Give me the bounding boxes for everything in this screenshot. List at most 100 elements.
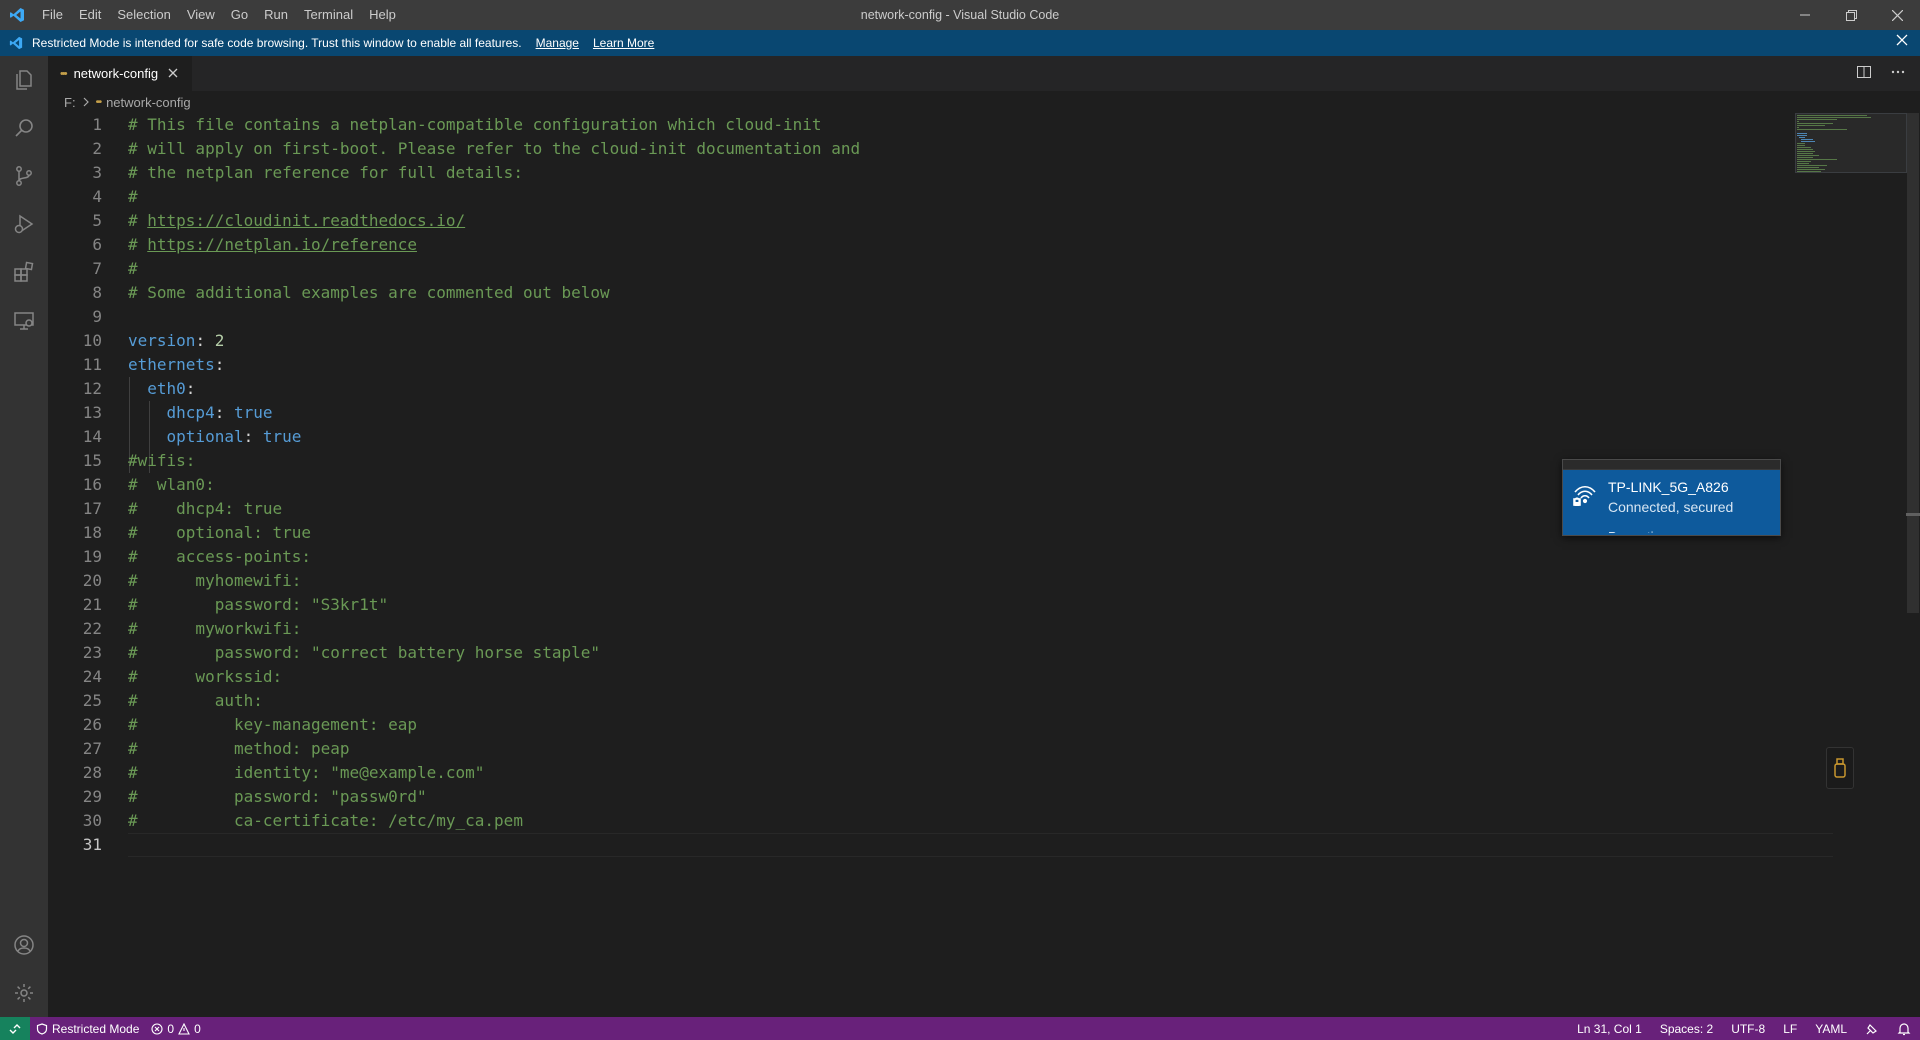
wifi-network-popup: TP-LINK_5G_A826 Connected, secured Prope… xyxy=(1562,459,1781,536)
activity-bar xyxy=(0,56,48,1017)
line-number: 13 xyxy=(82,403,102,422)
line-text: # ca-certificate: /etc/my_ca.pem xyxy=(128,811,523,830)
wifi-network-item[interactable]: TP-LINK_5G_A826 Connected, secured Prope… xyxy=(1563,470,1780,535)
line-number: 12 xyxy=(82,379,102,398)
line-number: 19 xyxy=(82,547,102,566)
code-line[interactable]: 3 # the netplan reference for full detail… xyxy=(48,161,1788,185)
error-count: 0 xyxy=(167,1021,175,1036)
menu-edit[interactable]: Edit xyxy=(71,0,109,30)
code-line[interactable]: 12 eth0: xyxy=(48,377,1788,401)
minimap[interactable] xyxy=(1795,113,1907,173)
line-number: 11 xyxy=(82,355,102,374)
cursor-position[interactable]: Ln 31, Col 1 xyxy=(1568,1017,1651,1040)
code-line[interactable]: 19 # access-points: xyxy=(48,545,1788,569)
code-line[interactable]: 30 # ca-certificate: /etc/my_ca.pem xyxy=(48,809,1788,833)
run-debug-icon[interactable] xyxy=(0,200,48,248)
menu-help[interactable]: Help xyxy=(361,0,404,30)
more-actions-icon[interactable] xyxy=(1890,64,1906,83)
close-window-button[interactable] xyxy=(1874,0,1920,30)
close-tab-icon[interactable] xyxy=(168,66,178,81)
usb-drive-icon[interactable] xyxy=(1826,747,1854,789)
code-line[interactable]: 10 version: 2 xyxy=(48,329,1788,353)
code-line[interactable]: 7 # xyxy=(48,257,1788,281)
code-line[interactable]: 16 # wlan0: xyxy=(48,473,1788,497)
accounts-icon[interactable] xyxy=(0,921,48,969)
explorer-icon[interactable] xyxy=(0,56,48,104)
code-line[interactable]: 9 xyxy=(48,305,1788,329)
notifications-bell-icon[interactable] xyxy=(1888,1017,1920,1040)
code-line[interactable]: 25 # auth: xyxy=(48,689,1788,713)
source-control-icon[interactable] xyxy=(0,152,48,200)
gear-icon[interactable] xyxy=(0,969,48,1017)
breadcrumb-file[interactable]: network-config xyxy=(106,95,191,110)
code-line[interactable]: 2 # will apply on first-boot. Please refe… xyxy=(48,137,1788,161)
menu-run[interactable]: Run xyxy=(256,0,296,30)
code-line[interactable]: 20 # myhomewifi: xyxy=(48,569,1788,593)
line-number: 7 xyxy=(92,259,102,278)
code-line[interactable]: 21 # password: "S3kr1t" xyxy=(48,593,1788,617)
line-number: 26 xyxy=(82,715,102,734)
search-icon[interactable] xyxy=(0,104,48,152)
code-line[interactable]: 22 # myworkwifi: xyxy=(48,617,1788,641)
code-line[interactable]: 31 xyxy=(48,833,1788,857)
vertical-scrollbar[interactable] xyxy=(1906,113,1920,1017)
remote-explorer-icon[interactable] xyxy=(0,296,48,344)
line-number: 27 xyxy=(82,739,102,758)
code-line[interactable]: 11 ethernets: xyxy=(48,353,1788,377)
title-bar: File Edit Selection View Go Run Terminal Help n… xyxy=(0,0,1920,30)
code-line[interactable]: 4 # xyxy=(48,185,1788,209)
code-line[interactable]: 14 optional: true xyxy=(48,425,1788,449)
learn-more-link[interactable]: Learn More xyxy=(593,36,654,50)
breadcrumb-drive[interactable]: F: xyxy=(64,95,76,110)
line-text: # password: "passw0rd" xyxy=(128,787,427,806)
code-editor[interactable]: 1 # This file contains a netplan-compatib… xyxy=(48,113,1920,1017)
code-line[interactable]: 13 dhcp4: true xyxy=(48,401,1788,425)
line-text: # workssid: xyxy=(128,667,283,686)
line-text: # xyxy=(128,259,138,278)
code-line[interactable]: 29 # password: "passw0rd" xyxy=(48,785,1788,809)
line-number: 10 xyxy=(82,331,102,350)
extensions-icon[interactable] xyxy=(0,248,48,296)
feedback-icon[interactable] xyxy=(1856,1017,1888,1040)
code-line[interactable]: 5 # https://cloudinit.readthedocs.io/ xyxy=(48,209,1788,233)
language-mode[interactable]: YAML xyxy=(1806,1017,1856,1040)
remote-indicator-icon[interactable] xyxy=(0,1017,30,1040)
manage-link[interactable]: Manage xyxy=(536,36,579,50)
line-text: # will apply on first-boot. Please refer… xyxy=(128,139,861,158)
restricted-mode-status[interactable]: Restricted Mode xyxy=(30,1017,145,1040)
code-line[interactable]: 18 # optional: true xyxy=(48,521,1788,545)
indentation[interactable]: Spaces: 2 xyxy=(1651,1017,1722,1040)
restricted-mode-banner: Restricted Mode is intended for safe cod… xyxy=(0,30,1920,56)
split-editor-icon[interactable] xyxy=(1856,64,1872,83)
code-line[interactable]: 28 # identity: "me@example.com" xyxy=(48,761,1788,785)
menu-terminal[interactable]: Terminal xyxy=(296,0,361,30)
line-text: # Some additional examples are commented… xyxy=(128,283,610,302)
minimize-button[interactable] xyxy=(1782,0,1828,30)
menu-go[interactable]: Go xyxy=(223,0,256,30)
code-line[interactable]: 15 #wifis: xyxy=(48,449,1788,473)
scrollbar-thumb[interactable] xyxy=(1907,113,1919,613)
end-of-line[interactable]: LF xyxy=(1774,1017,1806,1040)
code-line[interactable]: 26 # key-management: eap xyxy=(48,713,1788,737)
code-line[interactable]: 24 # workssid: xyxy=(48,665,1788,689)
problems-status[interactable]: 0 0 xyxy=(145,1017,206,1040)
wifi-properties-link[interactable]: Properties xyxy=(1608,529,1658,533)
menu-file[interactable]: File xyxy=(34,0,71,30)
menu-selection[interactable]: Selection xyxy=(109,0,178,30)
menu-view[interactable]: View xyxy=(179,0,223,30)
line-number: 30 xyxy=(82,811,102,830)
code-line[interactable]: 27 # method: peap xyxy=(48,737,1788,761)
restore-button[interactable] xyxy=(1828,0,1874,30)
yaml-icon: ••• xyxy=(95,96,102,108)
code-line[interactable]: 8 # Some additional examples are commente… xyxy=(48,281,1788,305)
line-text: # method: peap xyxy=(128,739,350,758)
line-number: 2 xyxy=(92,139,102,158)
close-banner-icon[interactable] xyxy=(1896,34,1908,49)
code-line[interactable]: 23 # password: "correct battery horse sta… xyxy=(48,641,1788,665)
encoding[interactable]: UTF-8 xyxy=(1722,1017,1774,1040)
tab-network-config[interactable]: ••• network-config xyxy=(48,56,192,91)
line-text: # identity: "me@example.com" xyxy=(128,763,485,782)
code-line[interactable]: 6 # https://netplan.io/reference xyxy=(48,233,1788,257)
code-line[interactable]: 17 # dhcp4: true xyxy=(48,497,1788,521)
code-line[interactable]: 1 # This file contains a netplan-compatib… xyxy=(48,113,1788,137)
